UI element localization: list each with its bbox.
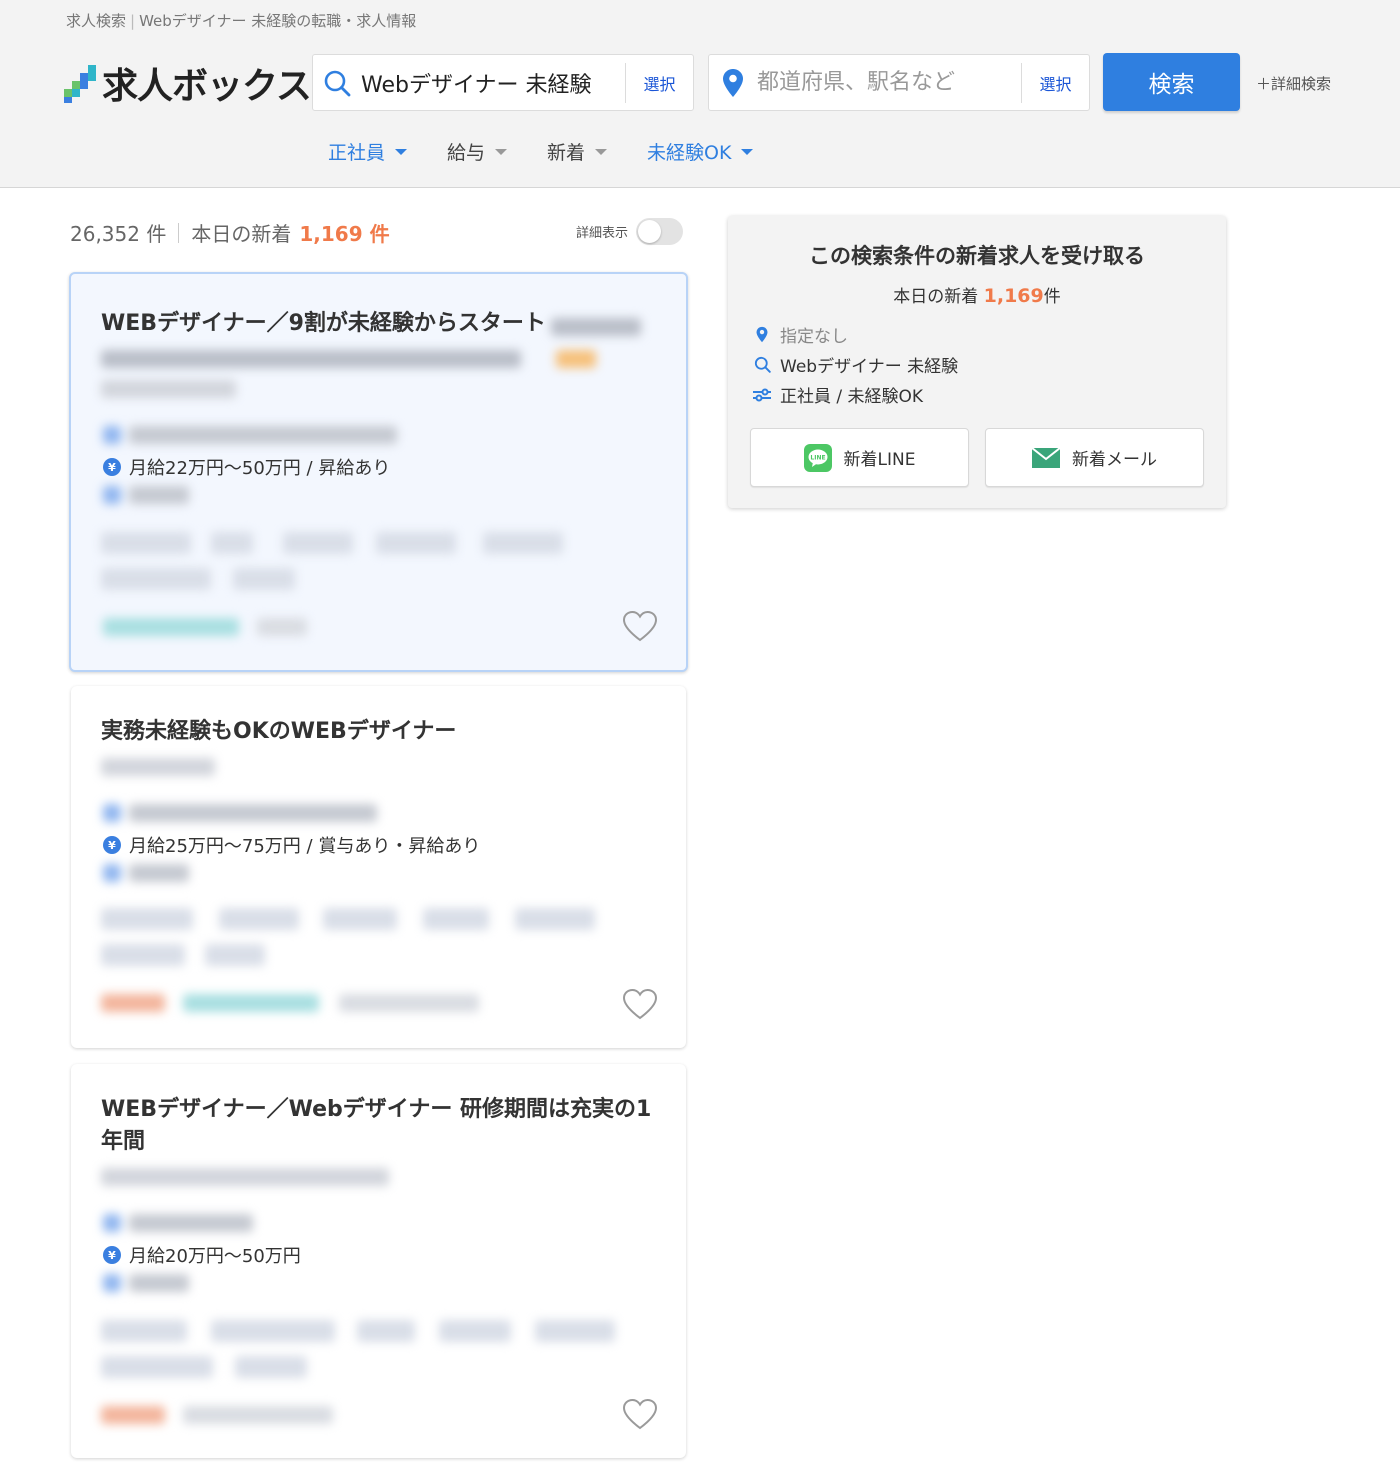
breadcrumb-home[interactable]: 求人検索 <box>66 12 126 30</box>
filter-bar: 正社員 給与 新着 未経験OK <box>328 138 793 165</box>
mail-icon <box>1032 447 1060 468</box>
yen-icon: ¥ <box>103 836 121 854</box>
new-count: 1,169 件 <box>299 222 390 246</box>
breadcrumb-current: Webデザイナー 未経験の転職・求人情報 <box>139 12 417 30</box>
heart-icon[interactable] <box>622 610 658 642</box>
filter-employment-type[interactable]: 正社員 <box>328 138 408 165</box>
location-search-box: 選択 <box>708 54 1090 111</box>
total-count: 26,352 件 <box>70 222 167 246</box>
filter-new[interactable]: 新着 <box>547 138 608 165</box>
keyword-search-box: 選択 <box>312 54 694 111</box>
detail-toggle-switch[interactable] <box>636 218 684 245</box>
line-icon: LINE <box>803 443 832 472</box>
new-mail-button[interactable]: 新着メール <box>985 428 1204 487</box>
job-card[interactable]: 実務未経験もOKのWEBデザイナー ¥ 月給25万円〜75万円 / 賞与あり・昇… <box>71 686 686 1048</box>
search-icon <box>752 356 772 373</box>
new-mail-label: 新着メール <box>1072 450 1157 470</box>
site-header: 求人検索|Webデザイナー 未経験の転職・求人情報 求人ボックス 選択 選択 検… <box>0 0 1400 188</box>
job-salary-text: 月給20万円〜50万円 <box>129 1246 301 1267</box>
filter-salary[interactable]: 給与 <box>447 138 508 165</box>
keyword-input[interactable] <box>361 62 625 103</box>
condition-location: 指定なし <box>752 322 848 347</box>
new-line-label: 新着LINE <box>843 450 916 470</box>
filter-label: 未経験OK <box>647 142 732 164</box>
job-salary: ¥ 月給22万円〜50万円 / 昇給あり <box>103 454 390 480</box>
detail-toggle: 詳細表示 <box>576 218 684 245</box>
condition-filters: 正社員 / 未経験OK <box>752 382 923 407</box>
job-title[interactable]: 実務未経験もOKのWEBデザイナー <box>101 716 656 748</box>
logo-text: 求人ボックス <box>102 66 312 107</box>
chevron-down-icon <box>595 148 608 155</box>
job-salary-text: 月給25万円〜75万円 / 賞与あり・昇給あり <box>129 836 481 857</box>
yen-icon: ¥ <box>103 458 121 476</box>
divider <box>178 222 180 243</box>
breadcrumb-separator: | <box>130 12 136 30</box>
alert-count-value: 1,169 <box>983 285 1044 307</box>
job-title[interactable]: WEBデザイナー／Webデザイナー 研修期間は充実の1年間 <box>101 1094 656 1158</box>
new-line-button[interactable]: LINE 新着LINE <box>750 428 969 487</box>
chevron-down-icon <box>495 148 508 155</box>
job-title-text: WEBデザイナー／9割が未経験からスタート <box>101 311 546 336</box>
yen-icon: ¥ <box>103 1246 121 1264</box>
job-card[interactable]: WEBデザイナー／Webデザイナー 研修期間は充実の1年間 ¥ 月給20万円〜5… <box>71 1064 686 1458</box>
location-input[interactable] <box>757 62 1021 103</box>
condition-keyword-text: Webデザイナー 未経験 <box>780 357 959 377</box>
alert-new-count: 本日の新着 1,169件 <box>728 282 1226 307</box>
advanced-search-link[interactable]: ＋詳細検索 <box>1256 73 1331 94</box>
filter-inexperienced-ok[interactable]: 未経験OK <box>647 138 754 165</box>
chevron-down-icon <box>741 148 754 155</box>
detail-toggle-label: 詳細表示 <box>576 226 629 241</box>
job-salary: ¥ 月給25万円〜75万円 / 賞与あり・昇給あり <box>103 832 480 858</box>
new-label: 本日の新着 <box>191 222 292 246</box>
alert-panel-title: この検索条件の新着求人を受け取る <box>809 244 1145 268</box>
job-title-text: 実務未経験もOKのWEBデザイナー <box>101 719 457 744</box>
filter-label: 正社員 <box>328 142 386 164</box>
location-pin-icon <box>752 326 772 343</box>
heart-icon[interactable] <box>622 988 658 1020</box>
search-icon <box>313 69 361 97</box>
filter-sliders-icon <box>752 387 772 403</box>
breadcrumb: 求人検索 | Webデザイナー 未経験の転職・求人情報 <box>66 10 416 31</box>
keyword-select-button[interactable]: 選択 <box>625 62 693 103</box>
condition-keyword: Webデザイナー 未経験 <box>752 352 958 377</box>
heart-icon[interactable] <box>622 1398 658 1430</box>
job-salary-text: 月給22万円〜50万円 / 昇給あり <box>129 458 391 479</box>
location-pin-icon <box>709 68 757 98</box>
new-jobs-alert-panel: この検索条件の新着求人を受け取る 本日の新着 1,169件 指定なし Webデザ… <box>728 216 1226 508</box>
location-select-button[interactable]: 選択 <box>1021 62 1089 103</box>
chevron-down-icon <box>395 148 408 155</box>
condition-filters-text: 正社員 / 未経験OK <box>780 387 924 407</box>
job-title-text: WEBデザイナー／Webデザイナー 研修期間は充実の1年間 <box>101 1097 652 1154</box>
alert-count-label: 本日の新着 <box>893 287 979 307</box>
svg-text:LINE: LINE <box>810 454 825 461</box>
logo-mark-icon <box>64 63 98 103</box>
search-button[interactable]: 検索 <box>1103 53 1240 111</box>
condition-location-text: 指定なし <box>780 327 848 347</box>
filter-label: 給与 <box>447 142 486 164</box>
alert-count-unit: 件 <box>1043 287 1061 307</box>
site-logo[interactable]: 求人ボックス <box>64 58 312 108</box>
result-summary: 26,352 件 本日の新着 1,169 件 <box>70 218 390 247</box>
filter-label: 新着 <box>547 142 586 164</box>
job-card[interactable]: WEBデザイナー／9割が未経験からスタート ¥ 月給22万円〜50万円 / 昇給… <box>69 272 688 672</box>
job-salary: ¥ 月給20万円〜50万円 <box>103 1242 301 1268</box>
